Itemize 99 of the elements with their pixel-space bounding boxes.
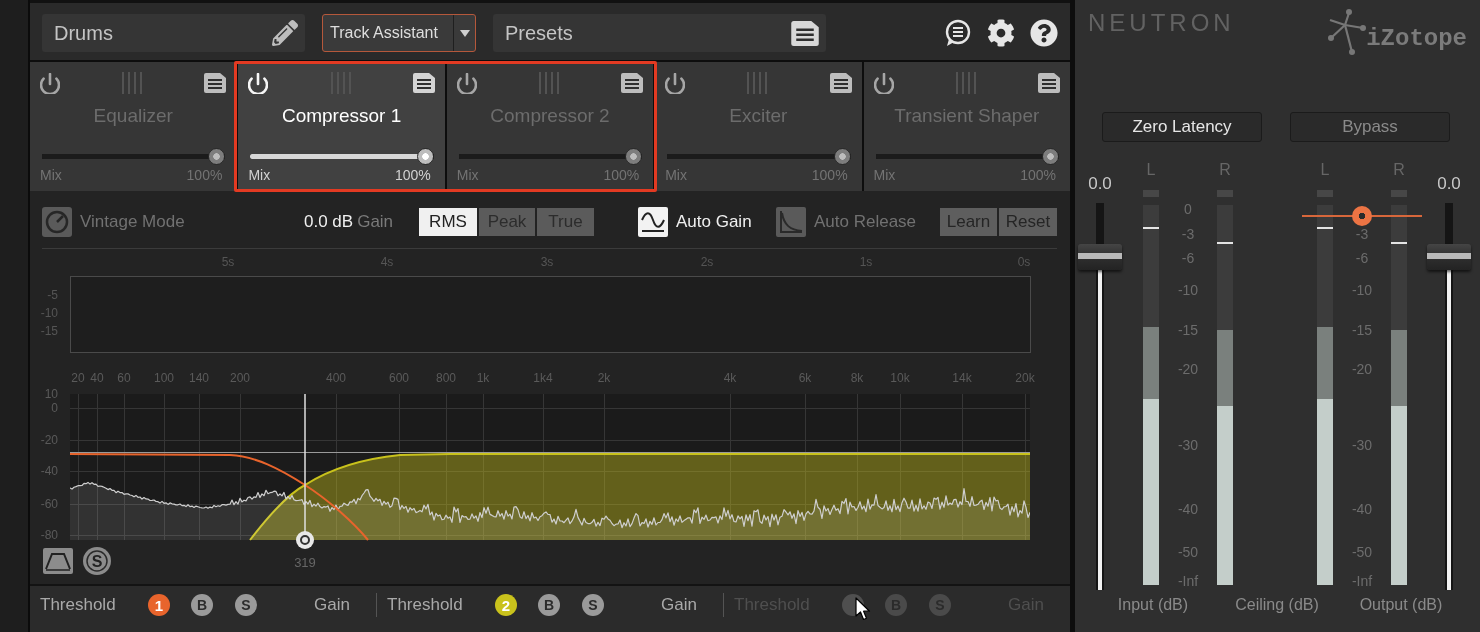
fader-value: 0.0: [1088, 175, 1112, 193]
mix-label: Mix: [40, 167, 62, 183]
scale-label: -15: [1177, 322, 1199, 338]
crossover-frequency-label: 319: [294, 555, 316, 570]
power-icon[interactable]: [40, 72, 60, 94]
grip-icon[interactable]: [121, 72, 144, 94]
mix-value: 100%: [811, 167, 848, 183]
mix-value: 100%: [395, 167, 431, 183]
detection-mode-button[interactable]: RMS: [419, 208, 477, 236]
grip-icon[interactable]: [538, 72, 560, 94]
scale-label: -3: [1355, 226, 1369, 242]
b-button[interactable]: B: [538, 594, 560, 616]
mix-label: Mix: [665, 167, 687, 183]
ceiling-handle[interactable]: [1352, 206, 1372, 227]
meter-label: Output (dB): [1359, 596, 1443, 614]
mix-value: 100%: [186, 167, 223, 183]
mix-label: Mix: [456, 167, 479, 183]
band-number-badge[interactable]: 1: [148, 594, 170, 616]
clip-indicator: [1143, 190, 1159, 197]
pencil-icon[interactable]: [272, 20, 298, 46]
crossover-handle[interactable]: [296, 531, 314, 549]
vintage-mode-label: Vintage Mode: [80, 212, 185, 232]
scale-label: -6: [1355, 250, 1369, 266]
menu-icon[interactable]: [412, 73, 435, 93]
scale-label: -Inf: [1351, 573, 1373, 589]
module-name: Compressor 1: [281, 104, 402, 128]
track-assistant-button[interactable]: Track Assistant: [322, 14, 476, 52]
mix-label: Mix: [248, 167, 271, 183]
mix-knob[interactable]: [833, 148, 851, 165]
mix-value: 100%: [1020, 167, 1056, 183]
logo-icon: [1326, 8, 1367, 56]
mix-knob[interactable]: [1042, 148, 1059, 165]
meter-label: Input (dB): [1117, 596, 1189, 614]
fader-value: 0.0: [1437, 175, 1461, 193]
ceiling-line[interactable]: [1302, 215, 1422, 218]
gain-value: 0.0 dB: [304, 212, 354, 232]
power-icon[interactable]: [248, 72, 269, 94]
auto-release-label: Auto Release: [814, 212, 917, 232]
scale-label: 0: [1184, 201, 1192, 217]
meter-label: Ceiling (dB): [1235, 596, 1319, 614]
auto-gain-label: Auto Gain: [676, 212, 752, 232]
scale-label: -50: [1177, 544, 1199, 560]
gain-label: Gain: [357, 212, 394, 232]
scale-label: -30: [1177, 437, 1199, 453]
menu-icon[interactable]: [791, 20, 819, 46]
threshold-label: Threshold: [40, 595, 116, 614]
mouse-pointer-icon: [855, 597, 871, 621]
presets-field[interactable]: Presets: [493, 14, 826, 52]
menu-icon[interactable]: [1037, 73, 1060, 93]
wave-icon[interactable]: [638, 207, 668, 237]
s-button[interactable]: S: [235, 594, 257, 616]
solo-button[interactable]: S: [83, 547, 111, 575]
track-name-field[interactable]: Drums: [42, 14, 305, 52]
scale-label: -3: [1181, 226, 1195, 242]
scale-label: -20: [1351, 361, 1373, 377]
power-icon[interactable]: [665, 72, 686, 94]
fader-thumb[interactable]: [1078, 244, 1122, 271]
caret-icon: [459, 29, 470, 37]
settings-icon[interactable]: [987, 19, 1015, 47]
learn-button[interactable]: Learn: [940, 208, 997, 236]
filter-shape-icon[interactable]: [43, 548, 73, 574]
scale-label: -6: [1181, 250, 1195, 266]
menu-icon[interactable]: [829, 73, 852, 93]
power-icon[interactable]: [873, 72, 894, 94]
scale-label: -30: [1351, 437, 1373, 453]
grip-icon[interactable]: [954, 72, 977, 94]
power-icon[interactable]: [456, 72, 477, 94]
scale-label: -40: [1351, 501, 1373, 517]
gain-label: Gain: [314, 595, 350, 614]
chat-bubble-icon[interactable]: [944, 19, 972, 47]
scale-label: -40: [1177, 501, 1199, 517]
brand-logo-text: iZotope: [1366, 26, 1467, 52]
clip-indicator: [1391, 190, 1407, 197]
mix-value: 100%: [603, 167, 640, 183]
scale-label: -Inf: [1177, 573, 1199, 589]
gain-label: Gain: [661, 595, 697, 614]
clip-indicator: [1317, 190, 1333, 197]
scale-label: -15: [1351, 322, 1373, 338]
threshold-label: Threshold: [387, 595, 463, 614]
reset-button[interactable]: Reset: [999, 208, 1057, 236]
menu-icon[interactable]: [204, 73, 227, 93]
menu-icon[interactable]: [621, 73, 644, 93]
zero-latency-button[interactable]: Zero Latency: [1102, 112, 1262, 142]
scale-label: -10: [1177, 282, 1199, 298]
bypass-button[interactable]: Bypass: [1290, 112, 1450, 142]
b-button[interactable]: B: [191, 594, 213, 616]
grip-icon[interactable]: [746, 72, 769, 94]
scale-label: -50: [1351, 544, 1373, 560]
mix-knob[interactable]: [208, 148, 226, 165]
s-button[interactable]: S: [582, 594, 604, 616]
mix-knob[interactable]: [416, 148, 434, 165]
scale-label: -10: [1351, 282, 1373, 298]
mix-knob[interactable]: [625, 148, 643, 165]
help-icon[interactable]: [1030, 19, 1058, 47]
module-card[interactable]: Compressor 1 Mix 100%: [238, 62, 445, 191]
mix-label: Mix: [873, 167, 896, 183]
scale-label: -20: [1177, 361, 1199, 377]
fader-thumb[interactable]: [1427, 244, 1471, 271]
clip-indicator: [1217, 190, 1233, 197]
